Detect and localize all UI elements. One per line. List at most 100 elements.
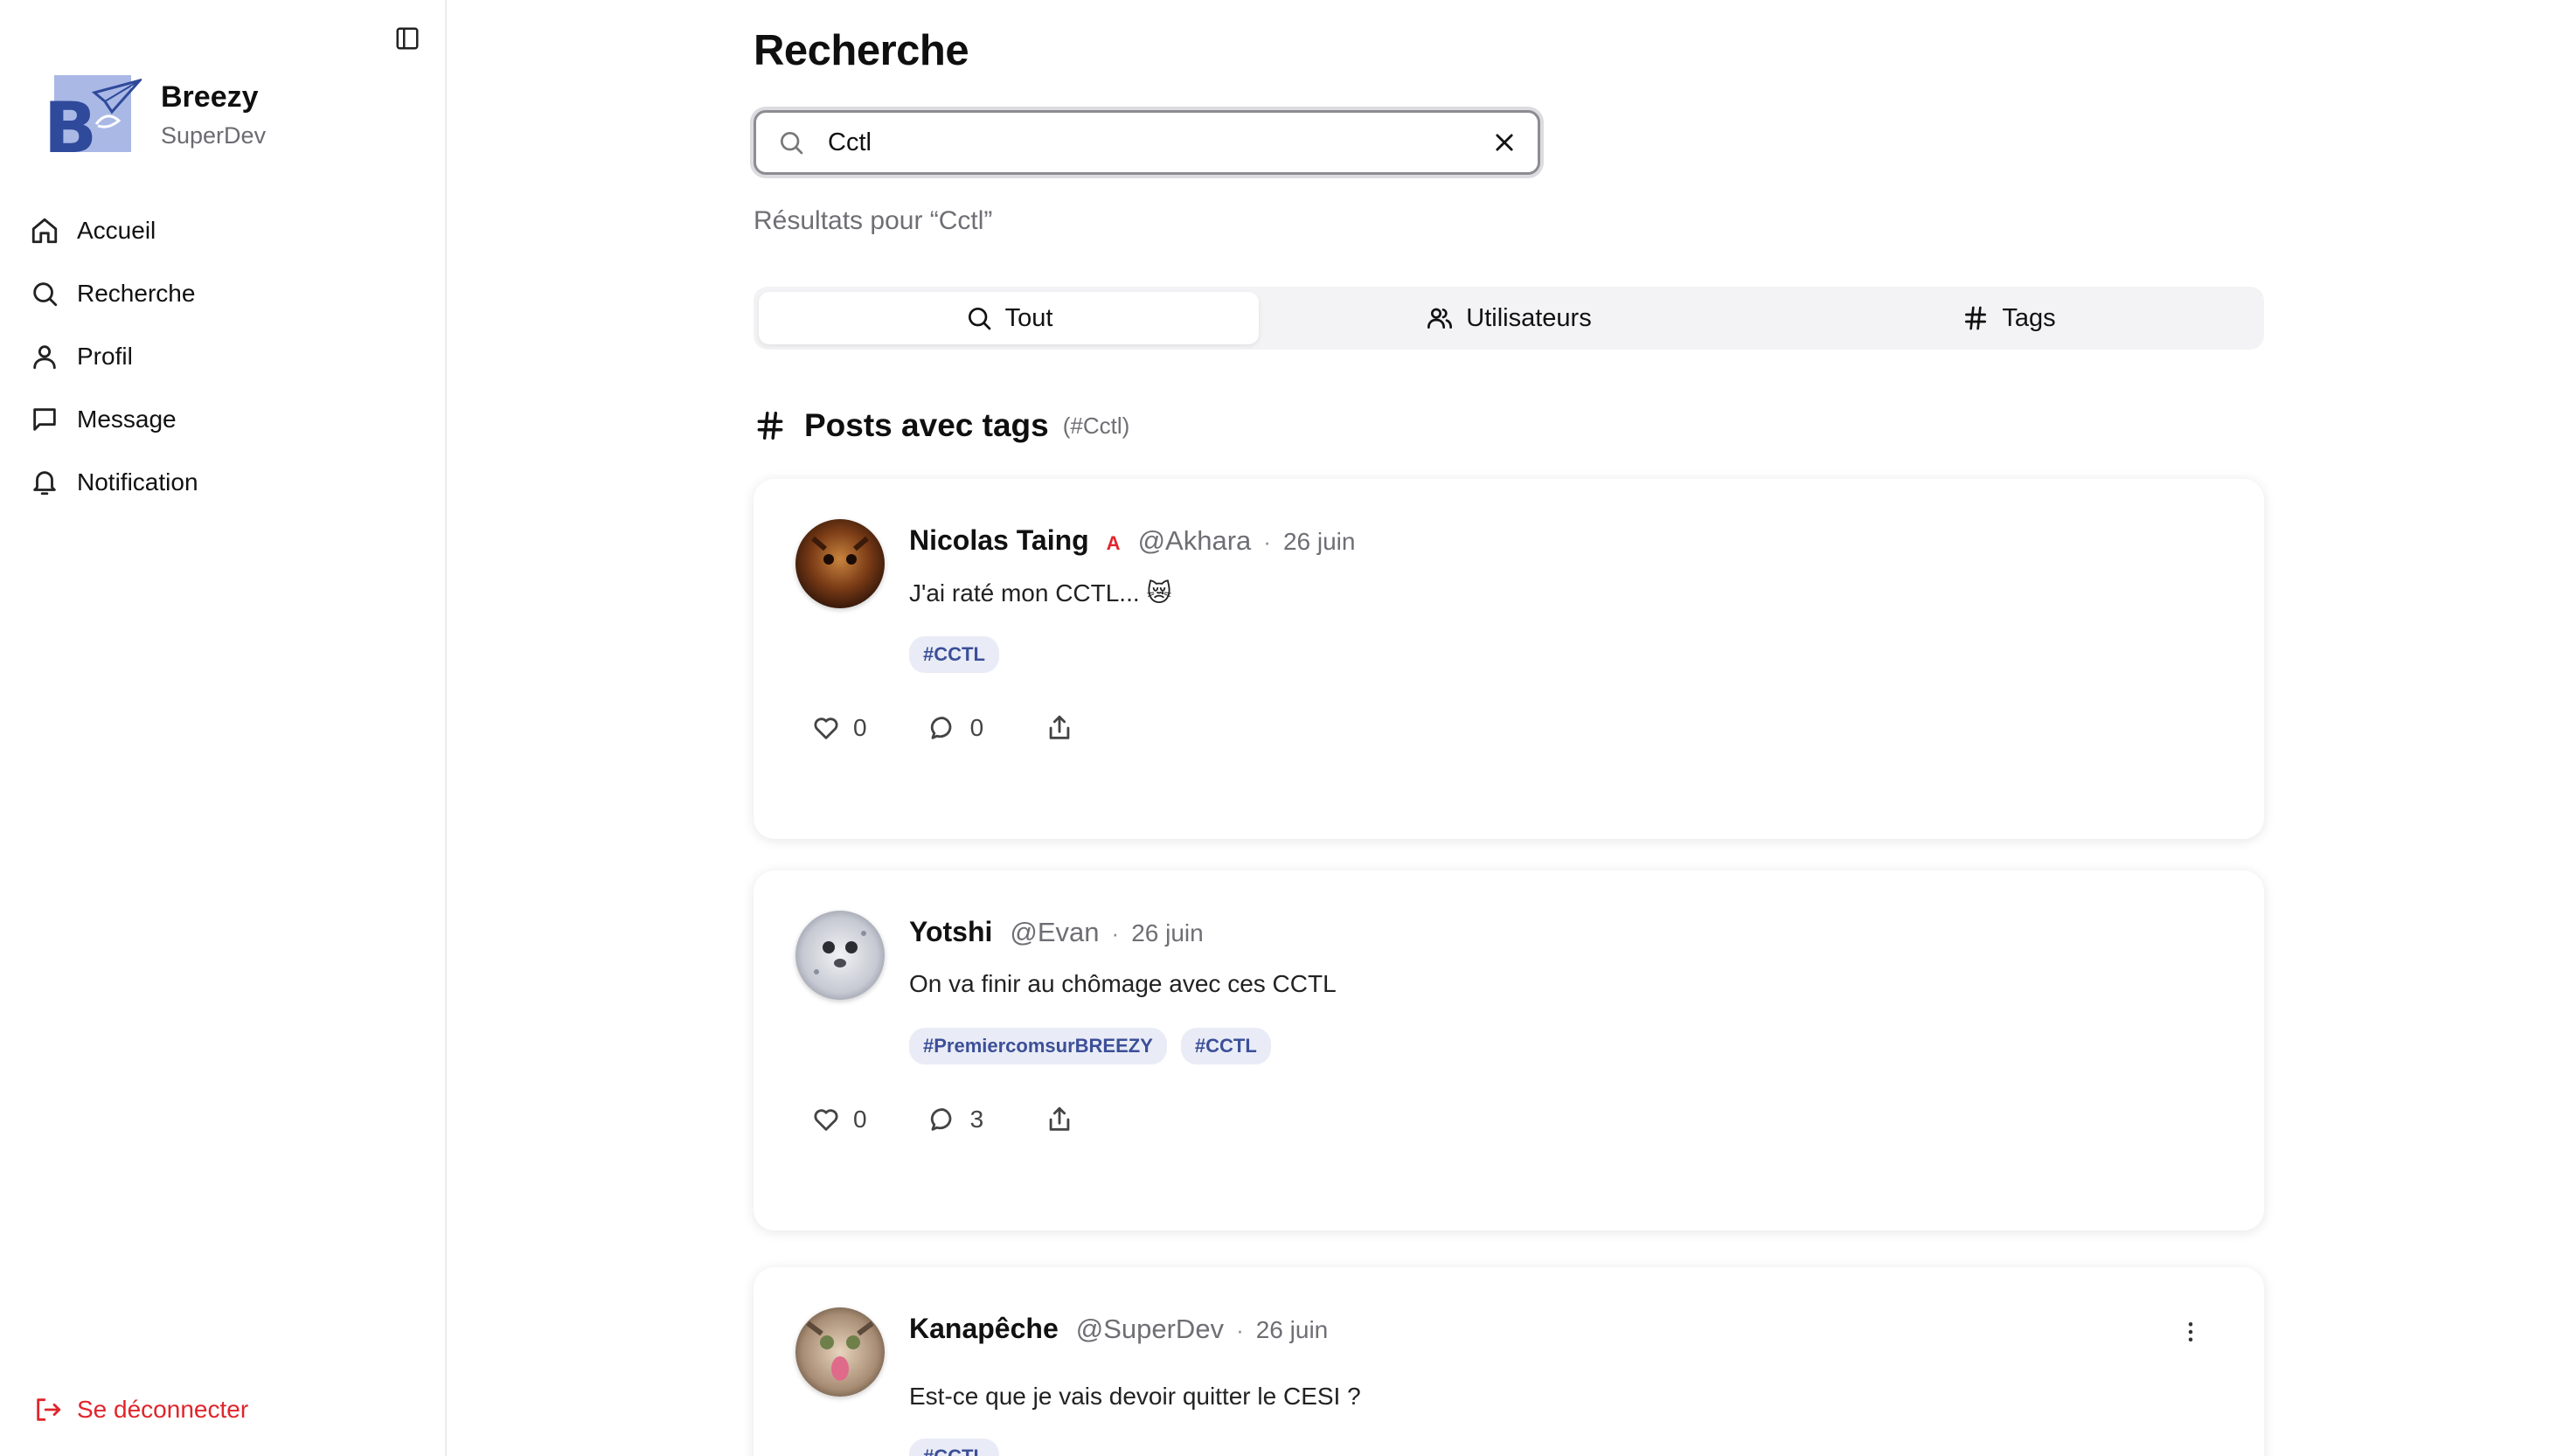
comment-icon	[930, 717, 951, 739]
separator-dot: ·	[1111, 920, 1120, 946]
post-card[interactable]: Nicolas Taing A @Akhara · 26 juin J'ai r…	[754, 479, 2264, 839]
tab-tout[interactable]: Tout	[759, 292, 1259, 344]
post-header: Yotshi @Evan · 26 juin	[909, 916, 1204, 948]
share-button[interactable]	[1045, 1105, 1087, 1134]
nav-item-recherche[interactable]: Recherche	[26, 262, 420, 325]
close-icon	[1496, 134, 1513, 151]
post-actions: 0 3	[811, 1105, 1148, 1134]
comment-button[interactable]: 3	[928, 1105, 984, 1134]
section-title: Posts avec tags	[804, 407, 1049, 443]
tag-chip[interactable]: #CCTL	[909, 1439, 999, 1456]
logout-icon	[37, 1398, 61, 1421]
bell-icon	[33, 471, 56, 496]
tag-chip[interactable]: #CCTL	[909, 636, 999, 673]
tag-chip[interactable]: #CCTL	[1180, 1028, 1271, 1064]
search-icon	[781, 132, 803, 155]
home-icon	[31, 218, 58, 244]
heart-icon	[814, 1109, 838, 1131]
comment-icon	[930, 1108, 951, 1131]
tab-label: Tags	[2002, 303, 2056, 332]
logout-button[interactable]: Se déconnecter	[33, 1395, 248, 1425]
hash-icon	[757, 412, 783, 440]
like-count: 0	[853, 714, 867, 741]
post-header: Nicolas Taing A @Akhara · 26 juin	[909, 524, 1355, 557]
app-name: Breezy	[161, 80, 259, 114]
sidebar-nav: Accueil Recherche Profil Message Notific…	[26, 199, 420, 514]
nav-label: Accueil	[77, 217, 156, 244]
section-header: Posts avec tags (#Cctl)	[754, 407, 1129, 444]
post-author[interactable]: Yotshi	[909, 916, 992, 948]
author-badge: A	[1106, 532, 1121, 554]
users-icon	[1427, 308, 1453, 329]
clear-search-button[interactable]	[1487, 125, 1522, 160]
user-icon	[33, 345, 56, 370]
nav-label: Message	[77, 406, 177, 433]
share-button[interactable]	[1045, 713, 1087, 743]
post-date: 26 juin	[1255, 1316, 1329, 1343]
comment-count: 3	[969, 1106, 984, 1133]
brand[interactable]: B Breezy SuperDev	[44, 75, 267, 169]
sidebar-toggle-button[interactable]	[392, 23, 423, 54]
post-author[interactable]: Nicolas Taing	[909, 524, 1089, 557]
search-tabs: Tout Utilisateurs Tags	[754, 287, 2264, 350]
sidebar: B Breezy SuperDev Accueil Recherche Prof…	[0, 0, 447, 1456]
current-user: SuperDev	[161, 122, 267, 149]
message-icon	[33, 408, 56, 431]
more-vertical-icon	[2188, 1322, 2193, 1342]
nav-label: Recherche	[77, 280, 196, 307]
post-handle[interactable]: @SuperDev	[1076, 1314, 1224, 1345]
logout-label: Se déconnecter	[77, 1396, 249, 1423]
results-label: Résultats pour “Cctl”	[754, 206, 993, 235]
post-text: Est-ce que je vais devoir quitter le CES…	[909, 1383, 1361, 1410]
post-menu-button[interactable]	[2175, 1316, 2206, 1348]
hash-icon	[1965, 306, 1987, 330]
share-icon	[1049, 1106, 1070, 1131]
section-search-term: (#Cctl)	[1062, 412, 1130, 439]
nav-item-message[interactable]: Message	[26, 388, 420, 451]
nav-label: Notification	[77, 468, 198, 496]
post-card[interactable]: Kanapêche @SuperDev · 26 juin Est-ce que…	[754, 1267, 2264, 1456]
like-count: 0	[853, 1106, 867, 1133]
like-button[interactable]: 0	[811, 1105, 867, 1134]
like-button[interactable]: 0	[811, 713, 867, 743]
tab-label: Tout	[1004, 303, 1053, 332]
nav-item-accueil[interactable]: Accueil	[26, 199, 420, 262]
post-card[interactable]: Yotshi @Evan · 26 juin On va finir au ch…	[754, 870, 2264, 1231]
nav-item-notification[interactable]: Notification	[26, 451, 420, 514]
post-actions: 0 0	[811, 713, 1148, 743]
avatar[interactable]	[795, 519, 885, 608]
avatar[interactable]	[795, 911, 885, 1000]
tab-utilisateurs[interactable]: Utilisateurs	[1259, 292, 1759, 344]
tab-tags[interactable]: Tags	[1759, 292, 2259, 344]
search-icon	[968, 308, 990, 330]
post-handle[interactable]: @Akhara	[1138, 525, 1252, 557]
avatar[interactable]	[795, 1307, 885, 1397]
sidebar-toggle-icon	[396, 27, 419, 50]
separator-dot: ·	[1236, 1317, 1244, 1343]
heart-icon	[814, 718, 838, 739]
post-text: On va finir au chômage avec ces CCTL	[909, 970, 1337, 997]
post-tags: #CCTL	[909, 636, 1013, 673]
post-header: Kanapêche @SuperDev · 26 juin	[909, 1313, 1328, 1345]
nav-item-profil[interactable]: Profil	[26, 325, 420, 388]
post-tags: #PremiercomsurBREEZY #CCTL	[909, 1028, 1285, 1064]
svg-text:B: B	[44, 87, 97, 156]
tag-chip[interactable]: #PremiercomsurBREEZY	[909, 1028, 1167, 1064]
post-date: 26 juin	[1282, 528, 1356, 555]
page-title: Recherche	[754, 27, 969, 74]
search-field[interactable]	[754, 110, 1540, 175]
breezy-logo: B	[44, 75, 144, 169]
post-tags: #CCTL	[909, 1439, 1013, 1456]
post-handle[interactable]: @Evan	[1010, 917, 1099, 948]
post-author[interactable]: Kanapêche	[909, 1313, 1059, 1345]
comment-button[interactable]: 0	[928, 713, 984, 743]
tab-label: Utilisateurs	[1466, 303, 1592, 332]
nav-label: Profil	[77, 343, 133, 370]
search-icon	[33, 282, 58, 307]
search-input[interactable]	[828, 128, 1487, 157]
comment-count: 0	[969, 714, 984, 741]
separator-dot: ·	[1263, 529, 1271, 555]
post-text: J'ai raté mon CCTL... 😿	[909, 579, 1172, 607]
post-date: 26 juin	[1131, 919, 1204, 946]
share-icon	[1049, 715, 1070, 739]
